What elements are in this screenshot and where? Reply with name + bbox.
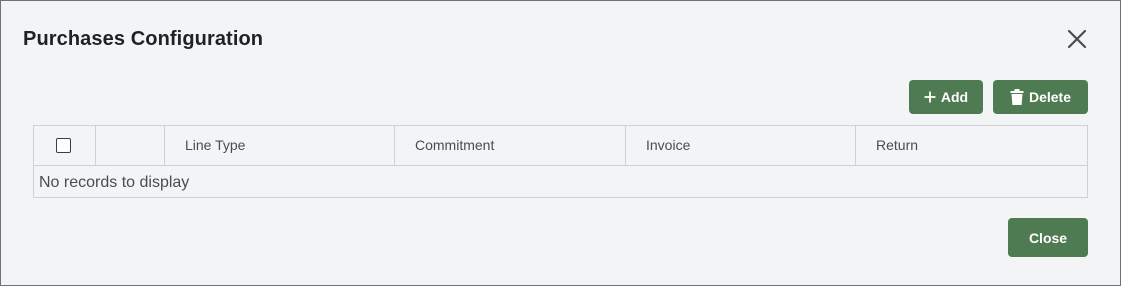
grid-header: Line Type Commitment Invoice Return	[34, 126, 1087, 166]
records-grid: Line Type Commitment Invoice Return No r…	[33, 125, 1088, 198]
trash-icon	[1010, 89, 1024, 105]
column-header-blank[interactable]	[96, 126, 165, 165]
delete-button[interactable]: Delete	[993, 80, 1088, 114]
add-button-label: Add	[940, 89, 969, 105]
close-icon	[1067, 29, 1087, 49]
select-all-checkbox[interactable]	[56, 138, 71, 153]
column-header-line-type[interactable]: Line Type	[165, 126, 395, 165]
select-all-column	[34, 126, 96, 165]
column-header-return[interactable]: Return	[856, 126, 1087, 165]
delete-button-label: Delete	[1028, 89, 1072, 105]
purchases-configuration-dialog: Purchases Configuration Add Delete Line …	[0, 0, 1121, 286]
column-header-commitment[interactable]: Commitment	[395, 126, 626, 165]
column-header-invoice[interactable]: Invoice	[626, 126, 856, 165]
empty-records-message: No records to display	[39, 174, 190, 191]
add-button[interactable]: Add	[909, 80, 983, 114]
close-button[interactable]: Close	[1008, 218, 1088, 257]
plus-icon	[924, 91, 936, 103]
dialog-title: Purchases Configuration	[23, 28, 264, 50]
close-dialog-button[interactable]	[1064, 26, 1090, 52]
